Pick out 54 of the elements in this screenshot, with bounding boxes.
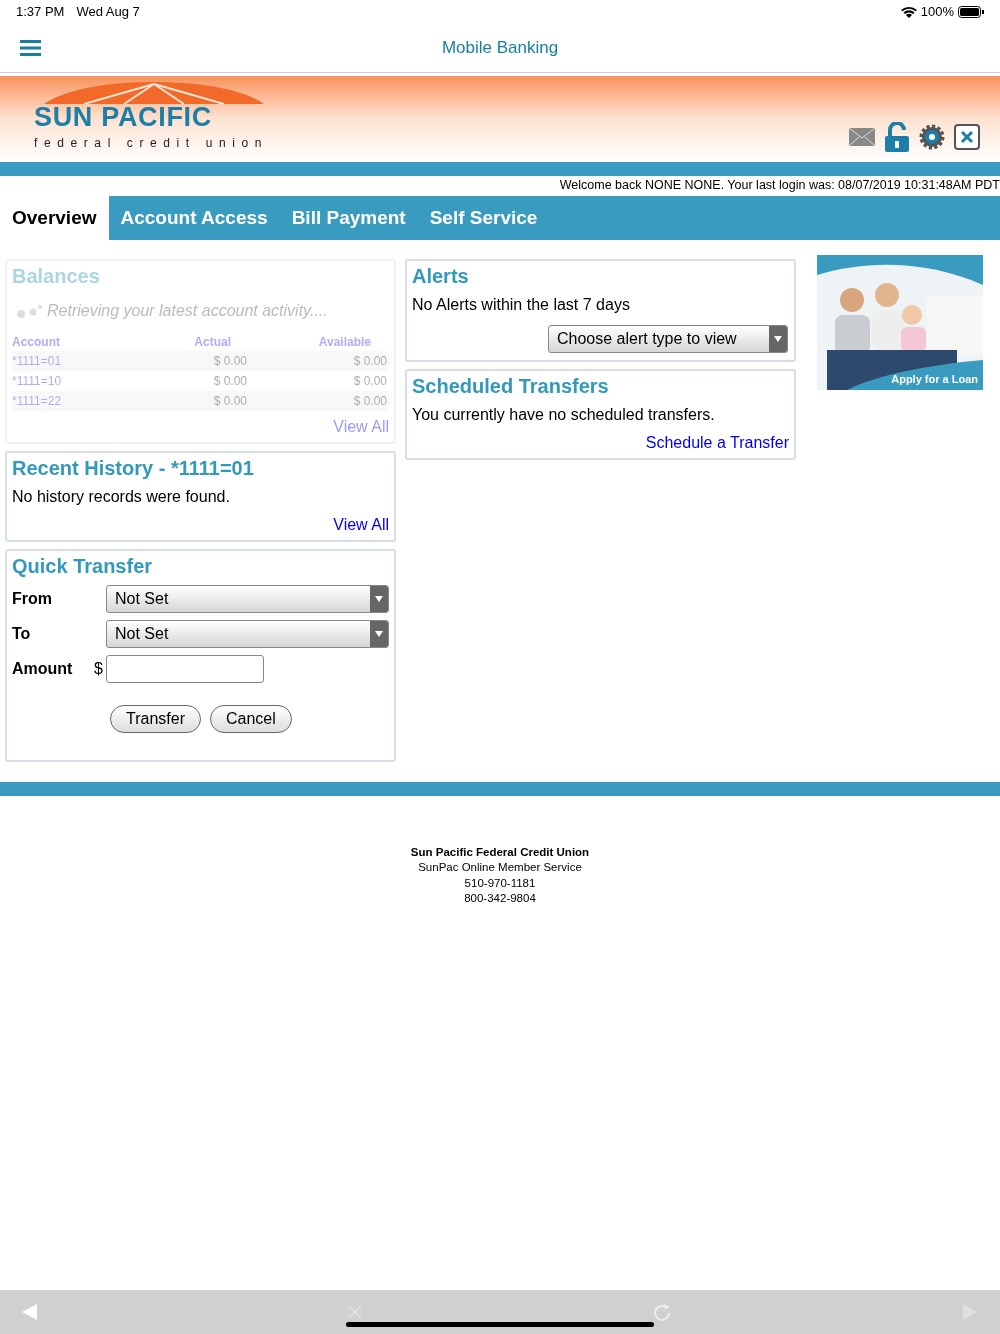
logo-tagline: federal credit union [34, 135, 269, 152]
menu-icon[interactable] [20, 40, 41, 56]
field-label: Amount [12, 658, 74, 679]
table-cell: $ 0.00 [249, 350, 389, 371]
table-cell-text: $ 0.00 [352, 372, 388, 390]
footer-line: SunPac Online Member Service [418, 860, 582, 876]
nav-tab[interactable]: Account Access [108, 195, 280, 240]
dropdown[interactable]: Not Set [106, 619, 389, 648]
sun-rays-icon [44, 82, 264, 104]
panel-title: Balances [12, 263, 101, 289]
history-message: No history records were found. [12, 486, 231, 507]
nav-title: Mobile Banking [441, 37, 559, 60]
currency-symbol: $ [94, 658, 104, 679]
action-button[interactable]: Transfer [110, 704, 201, 733]
table-cell: $ 0.00 [139, 390, 249, 411]
table-cell: $ 0.00 [139, 350, 249, 371]
mail-icon[interactable] [848, 127, 876, 147]
panel-title: Scheduled Transfers [412, 373, 610, 399]
caret-icon [370, 620, 388, 647]
table-cell: $ 0.00 [249, 390, 389, 411]
footer-line: 800-342-9804 [464, 891, 536, 907]
close-icon[interactable] [954, 124, 980, 150]
nav-tab[interactable]: Bill Payment [279, 195, 418, 240]
panel-title: Alerts [412, 263, 470, 289]
caret-icon [769, 325, 787, 352]
battery-percent: 100% [920, 3, 954, 22]
footer-line: 510-970-1181 [464, 875, 536, 891]
alerts-message: No Alerts within the last 7 days [412, 294, 631, 315]
scheduled-message: You currently have no scheduled transfers. [412, 404, 716, 425]
schedule-transfer-link[interactable]: Schedule a Transfer [645, 430, 789, 455]
settings-icon[interactable] [918, 123, 946, 151]
dropdown[interactable]: Not Set [106, 584, 389, 613]
field-label: From [12, 588, 53, 609]
dropdown[interactable]: Choose alert type to view [548, 324, 788, 353]
field-label: To [12, 623, 32, 644]
wifi-icon [900, 6, 917, 18]
footer-name: Sun Pacific Federal Credit Union [410, 844, 590, 860]
loading-message: Retrieving your latest account activity.... [47, 300, 328, 321]
amount-field[interactable] [106, 654, 264, 683]
logo-name: SUN PACIFIC [34, 104, 213, 131]
nav-tab[interactable]: Overview [0, 195, 109, 240]
caret-icon [370, 585, 388, 612]
nav-tab[interactable]: Self Service [417, 195, 550, 240]
loading-icon [15, 302, 43, 319]
lock-icon[interactable] [884, 122, 910, 152]
welcome-message: Welcome back NONE NONE. Your last login was: 08/07/2019 10:31:48AM PDT [559, 177, 1000, 194]
panel-title: Recent History - *1111=01 [12, 455, 255, 481]
battery-icon [958, 6, 984, 18]
panel-title: Quick Transfer [12, 553, 154, 579]
view-all-link[interactable]: View All [333, 512, 389, 537]
table-cell-text: $ 0.00 [212, 372, 248, 390]
status-date: Wed Aug 7 [76, 3, 140, 22]
status-time: 1:37 PM [16, 3, 65, 22]
action-button[interactable]: Cancel [210, 704, 292, 733]
